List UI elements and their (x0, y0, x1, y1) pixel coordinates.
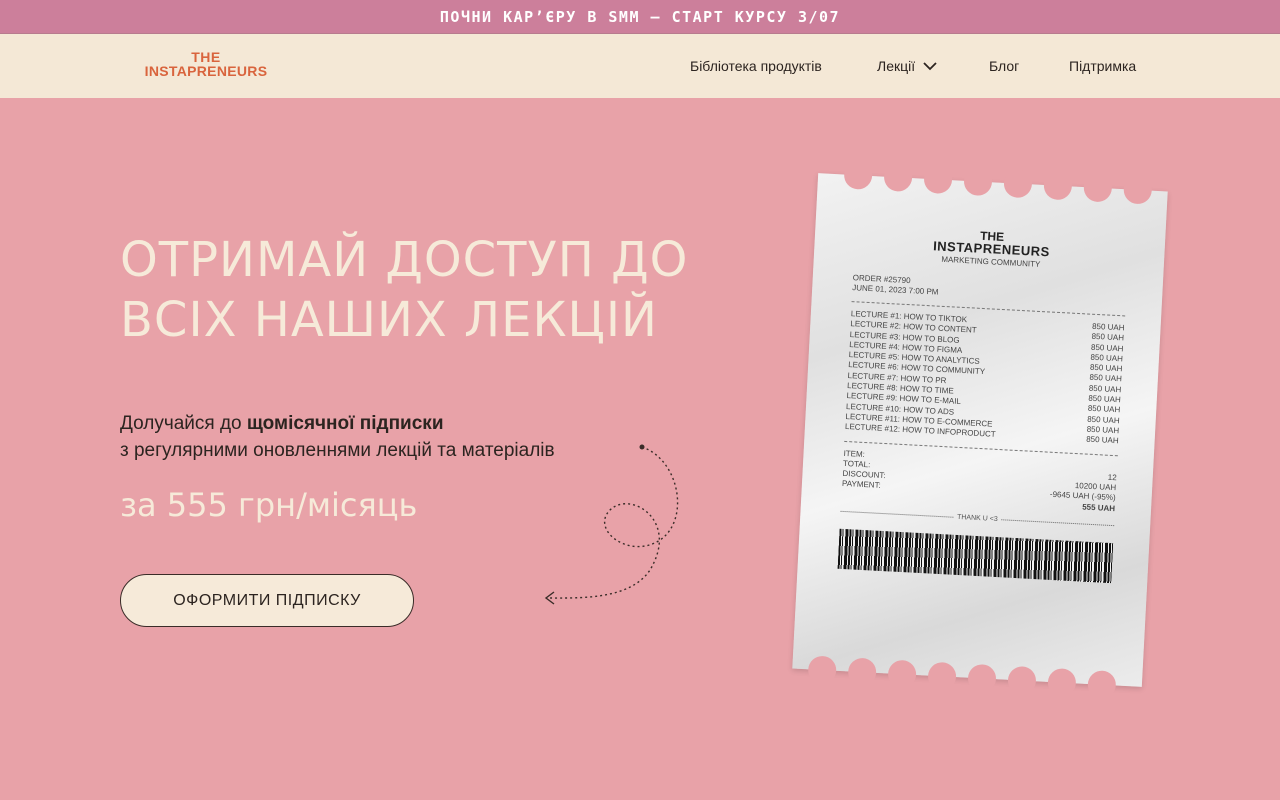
receipt-notch (927, 661, 957, 692)
chevron-down-icon (923, 62, 937, 71)
subscribe-button[interactable]: ОФОРМИТИ ПІДПИСКУ (120, 574, 414, 627)
nav-support[interactable]: Підтримка (1069, 58, 1136, 74)
hero-title-line-1: ОТРИМАЙ ДОСТУП ДО (120, 232, 689, 288)
hero-title-line-2: ВСІХ НАШИХ ЛЕКЦІЙ (120, 292, 658, 348)
receipt-content: THE INSTAPRENEURS MARKETING COMMUNITY OR… (837, 223, 1130, 584)
receipt-notch (1087, 670, 1117, 700)
logo-line-2: INSTAPRENEURS (144, 63, 268, 79)
nav-library[interactable]: Бібліотека продуктів (690, 58, 822, 74)
site-logo[interactable]: THE INSTAPRENEURS (126, 50, 286, 78)
hero-title: ОТРИМАЙ ДОСТУП ДО ВСІХ НАШИХ ЛЕКЦІЙ (120, 230, 780, 350)
price-text: за 555 грн/місяць (120, 486, 418, 524)
logo-line-1: THE (191, 49, 221, 65)
receipt-notch (1007, 665, 1037, 696)
dotted-arrow-decoration (544, 444, 679, 605)
announcement-text: ПОЧНИ КАР’ЄРУ В SMM — СТАРТ КУРСУ 3/07 (439, 7, 841, 26)
receipt-notch (887, 659, 917, 689)
announcement-bar[interactable]: ПОЧНИ КАР’ЄРУ В SMM — СТАРТ КУРСУ 3/07 (0, 0, 1280, 33)
receipt-summary: ITEM: TOTAL: 12 DISCOUNT: 10200 UAH PAYMEN… (841, 448, 1117, 514)
receipt-notch (967, 663, 997, 694)
receipt-image: THE INSTAPRENEURS MARKETING COMMUNITY OR… (792, 160, 1168, 700)
nav-lectures-label: Лекції (877, 58, 916, 74)
subtitle-prefix: Долучайся до (120, 413, 247, 434)
nav-blog[interactable]: Блог (989, 58, 1019, 74)
nav-lectures[interactable]: Лекції (877, 58, 937, 74)
receipt-notch (807, 655, 837, 685)
receipt-thanks-text: THANK U <3 (956, 513, 998, 524)
receipt-notch (1047, 667, 1077, 698)
receipt-items: LECTURE #1: HOW TO TIKTOK 850 UAH LECTURE… (845, 309, 1125, 447)
site-header: THE INSTAPRENEURS Бібліотека продуктів Л… (0, 33, 1280, 98)
subtitle-line-2: з регулярними оновленнями лекцій та мате… (120, 440, 555, 461)
receipt-notch (847, 657, 877, 687)
subtitle-bold: щомісячної підписки (246, 413, 444, 434)
